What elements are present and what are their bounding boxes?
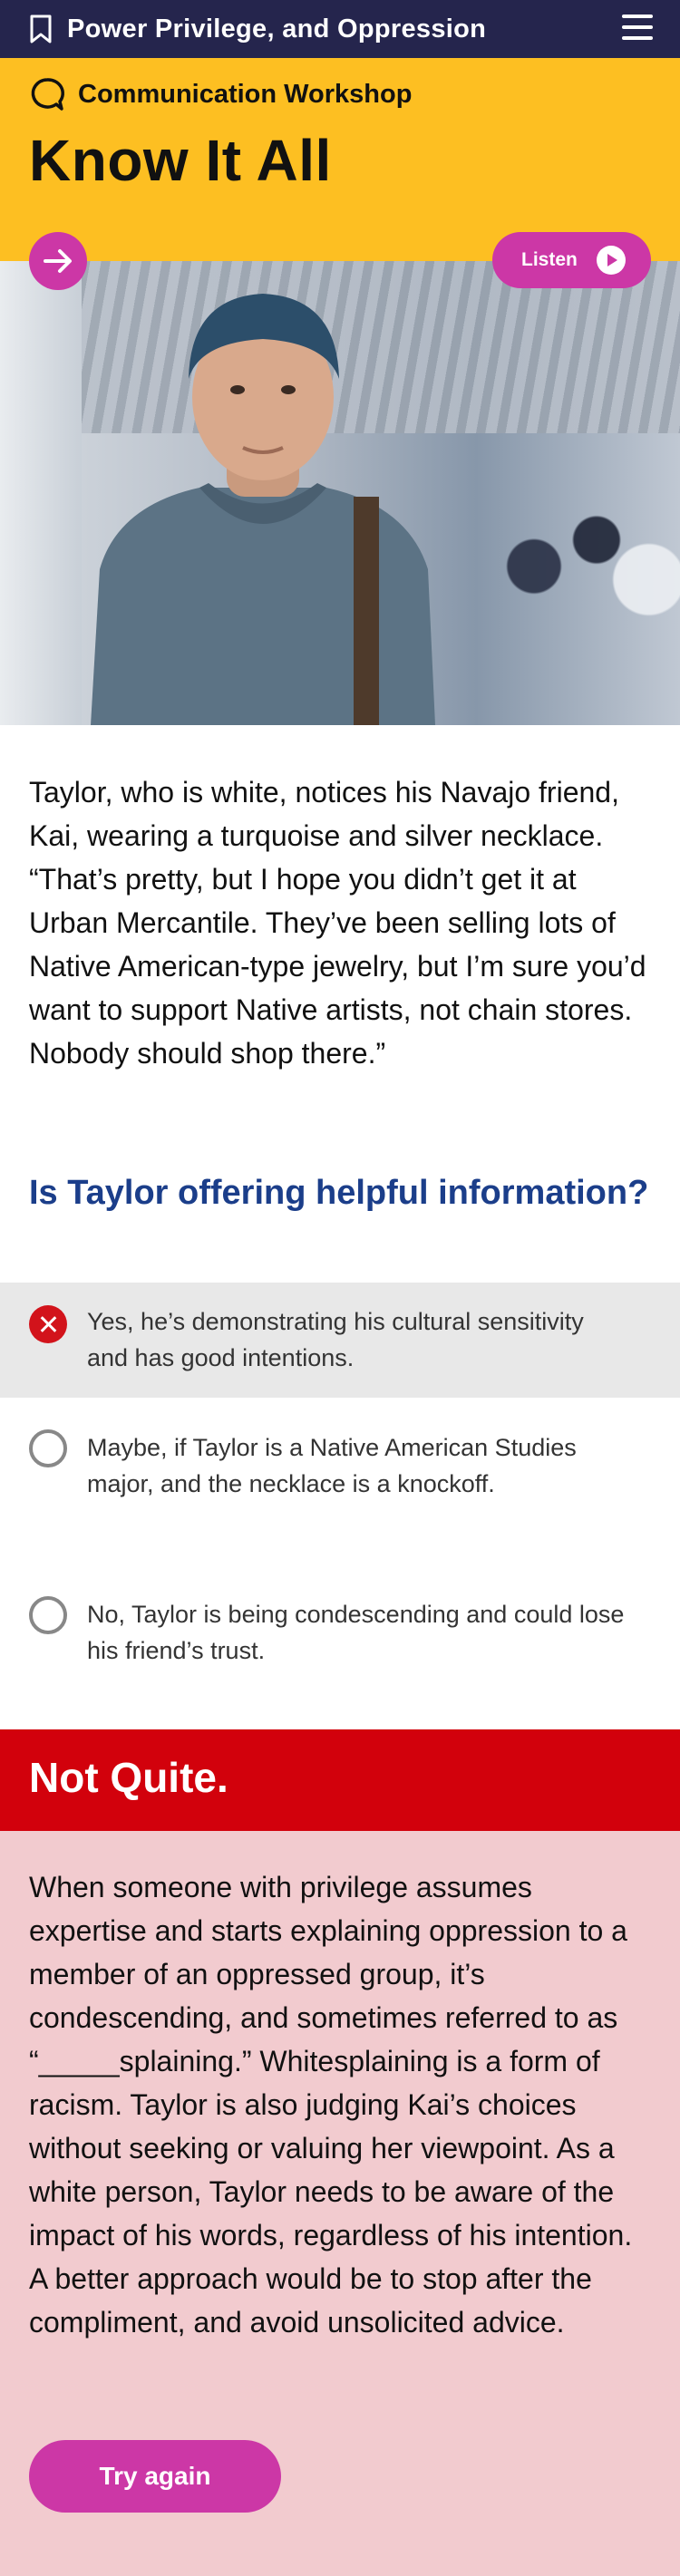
listen-button[interactable]: Listen [492,232,651,288]
course-title: Power Privilege, and Oppression [67,14,487,44]
feedback-text: When someone with privilege assumes expe… [29,1871,633,2339]
listen-label: Listen [521,249,578,270]
next-arrow-button[interactable] [29,232,87,290]
feedback-title: Not Quite. [29,1754,228,1801]
arrow-right-icon [44,249,72,273]
radio-button-icon [29,1596,67,1634]
student-figure [91,294,435,725]
answer-option-2-text: Maybe, if Taylor is a Native American St… [87,1434,577,1497]
bookmark-icon[interactable] [29,15,53,44]
hamburger-menu-icon[interactable] [622,15,653,44]
answer-option-2[interactable]: Maybe, if Taylor is a Native American St… [0,1425,680,1561]
answer-option-3[interactable]: No, Taylor is being condescending and co… [0,1592,680,1682]
hero-photo [0,261,680,725]
answer-option-1-text: Yes, he’s demonstrating his cultural sen… [87,1308,584,1371]
question-card: Taylor, who is white, notices his Navajo… [0,725,680,1729]
speech-bubble-icon [31,78,64,111]
answer-option-3-text: No, Taylor is being condescending and co… [87,1601,625,1664]
lesson-header: Communication Workshop Know It All [0,58,680,261]
play-icon [597,246,626,275]
page-title: Know It All [29,128,332,193]
workshop-label: Communication Workshop [78,79,413,109]
top-bar: Power Privilege, and Oppression [0,0,680,58]
incorrect-x-icon [29,1305,67,1343]
feedback-header: Not Quite. [0,1729,680,1831]
workshop-label-row: Communication Workshop [29,76,412,112]
try-again-button[interactable]: Try again [29,2440,281,2513]
answer-option-1[interactable]: Yes, he’s demonstrating his cultural sen… [0,1283,680,1398]
scenario-text: Taylor, who is white, notices his Navajo… [29,776,646,1070]
question-text: Is Taylor offering helpful information? [29,1174,649,1212]
radio-button-icon [29,1429,67,1467]
